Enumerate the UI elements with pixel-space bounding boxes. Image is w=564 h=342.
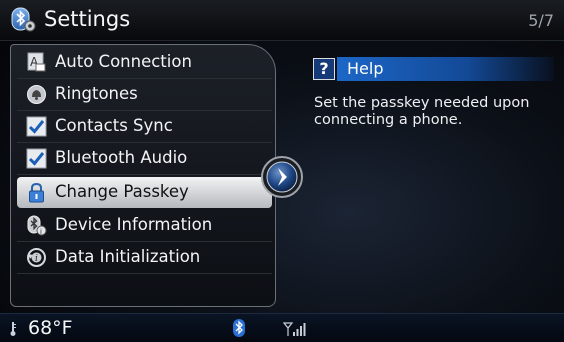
bluetooth-settings-icon (11, 7, 36, 32)
menu-item-auto-connection[interactable]: A Auto Connection (17, 47, 272, 79)
menu-item-device-information[interactable]: i Device Information (17, 210, 272, 242)
svg-text:i: i (40, 228, 42, 236)
auto-connection-icon: A (27, 52, 46, 72)
menu-item-contacts-sync[interactable]: Contacts Sync (17, 111, 272, 143)
menu-item-label: Ringtones (55, 84, 138, 103)
menu-item-label: Contacts Sync (55, 116, 173, 135)
initialize-icon: i (27, 248, 46, 267)
page-title: Settings (44, 7, 131, 31)
help-text: Set the passkey needed upon connecting a… (314, 95, 530, 128)
page-indicator: 5/7 (528, 11, 554, 30)
checkbox-checked-icon[interactable] (26, 148, 47, 169)
menu-item-bluetooth-audio[interactable]: Bluetooth Audio (17, 143, 272, 175)
menu-item-label: Auto Connection (55, 52, 192, 71)
navigate-right-button[interactable] (260, 155, 304, 199)
svg-text:i: i (35, 254, 38, 264)
settings-screen: Settings 5/7 A Auto Connection Ringtones (0, 0, 564, 342)
menu-item-ringtones[interactable]: Ringtones (17, 79, 272, 111)
bluetooth-info-icon: i (27, 215, 47, 236)
signal-strength-icon (283, 322, 306, 336)
ringtone-icon (27, 85, 46, 104)
menu-item-label: Change Passkey (55, 182, 189, 201)
help-icon: ? (313, 58, 335, 80)
settings-menu: A Auto Connection Ringtones Contacts Syn… (10, 44, 276, 307)
header-bar: Settings 5/7 (0, 0, 564, 41)
menu-item-change-passkey[interactable]: Change Passkey (17, 177, 272, 208)
menu-item-data-initialization[interactable]: i Data Initialization (17, 242, 272, 274)
menu-item-label: Data Initialization (55, 247, 201, 266)
menu-item-label: Bluetooth Audio (55, 148, 188, 167)
lock-icon (29, 182, 44, 203)
menu-item-label: Device Information (55, 215, 213, 234)
status-bar: 68°F (0, 313, 564, 342)
help-title: Help (347, 59, 384, 78)
bluetooth-icon (233, 319, 245, 337)
thermometer-icon (10, 322, 16, 336)
checkbox-checked-icon[interactable] (26, 116, 47, 137)
temperature-readout: 68°F (28, 317, 73, 339)
